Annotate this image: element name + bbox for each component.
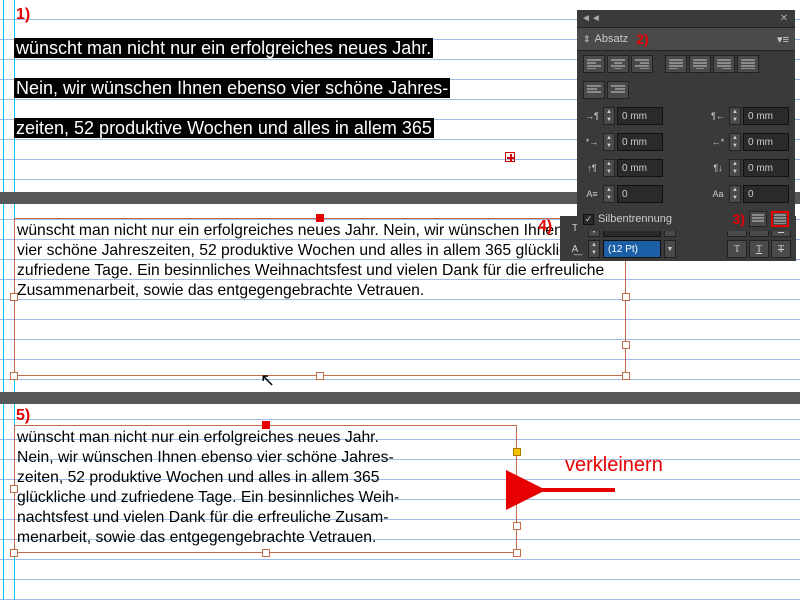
- align-right-button[interactable]: [631, 55, 653, 73]
- annotation-2: 2): [636, 31, 648, 47]
- frame-handle-br[interactable]: [622, 372, 630, 380]
- guide-vertical: [3, 0, 4, 600]
- panel-collapse-icon[interactable]: ◄◄: [581, 13, 595, 24]
- justify-right-button[interactable]: [713, 55, 735, 73]
- space-before-icon: ↑¶: [583, 161, 601, 175]
- space-before-field[interactable]: 0 mm: [617, 159, 663, 177]
- text-content[interactable]: wünscht man nicht nur ein erfolgreiches …: [17, 428, 514, 548]
- annotation-4: 4): [538, 218, 552, 236]
- dropcap-chars-icon: Aa: [709, 187, 727, 201]
- frame-handle-right[interactable]: [622, 293, 630, 301]
- frame-handle-top[interactable]: [316, 214, 324, 222]
- dropcap-chars-field[interactable]: 0: [743, 185, 789, 203]
- separator-bar: [0, 392, 800, 404]
- space-before-stepper[interactable]: ▲▼: [603, 159, 615, 177]
- annotation-shrink: verkleinern: [565, 454, 663, 477]
- last-line-stepper[interactable]: ▲▼: [729, 133, 741, 151]
- left-indent-field[interactable]: 0 mm: [617, 107, 663, 125]
- baseline-grid-button[interactable]: [771, 211, 789, 227]
- underline-button[interactable]: T: [749, 240, 769, 258]
- leading-dropdown[interactable]: ▼: [664, 240, 676, 258]
- right-indent-icon: ¶←: [709, 109, 727, 123]
- frame-handle-bottom[interactable]: [316, 372, 324, 380]
- right-indent-stepper[interactable]: ▲▼: [729, 107, 741, 125]
- frame-handle-outport[interactable]: [622, 341, 630, 349]
- justify-left-button[interactable]: [665, 55, 687, 73]
- justify-center-button[interactable]: [689, 55, 711, 73]
- first-line-field[interactable]: 0 mm: [617, 133, 663, 151]
- frame-handle-bottom[interactable]: [262, 549, 270, 557]
- dropcap-lines-stepper[interactable]: ▲▼: [603, 185, 615, 203]
- overset-indicator[interactable]: [505, 152, 515, 162]
- frame-handle-left[interactable]: [10, 293, 18, 301]
- right-indent-field[interactable]: 0 mm: [743, 107, 789, 125]
- frame-handle-bl[interactable]: [10, 372, 18, 380]
- space-after-stepper[interactable]: ▲▼: [729, 159, 741, 177]
- frame-handle-br[interactable]: [513, 549, 521, 557]
- last-line-field[interactable]: 0 mm: [743, 133, 789, 151]
- frame-handle-outport[interactable]: [513, 522, 521, 530]
- strikethrough-button[interactable]: T: [771, 240, 791, 258]
- panel-menu-icon[interactable]: ▾≡: [777, 33, 789, 46]
- panel-close-icon[interactable]: ✕: [777, 13, 791, 24]
- alignment-row: [577, 51, 795, 77]
- hyphenation-label: Silbentrennung: [598, 213, 672, 225]
- last-line-indent-icon: ←*: [709, 135, 727, 149]
- space-after-field[interactable]: 0 mm: [743, 159, 789, 177]
- subscript-button[interactable]: T: [727, 240, 747, 258]
- frame-handle-out[interactable]: [513, 448, 521, 456]
- align-towards-spine-button[interactable]: [583, 81, 605, 99]
- left-indent-stepper[interactable]: ▲▼: [603, 107, 615, 125]
- first-line-stepper[interactable]: ▲▼: [603, 133, 615, 151]
- panel-header[interactable]: ◄◄ ✕: [577, 10, 795, 28]
- first-line-indent-icon: *→: [583, 135, 601, 149]
- frame-handle-right[interactable]: [513, 485, 521, 493]
- justify-full-button[interactable]: [737, 55, 759, 73]
- annotation-3: 3): [733, 211, 745, 227]
- dropcap-chars-stepper[interactable]: ▲▼: [729, 185, 741, 203]
- space-after-icon: ¶↓: [709, 161, 727, 175]
- text-content[interactable]: wünscht man nicht nur ein erfolgreiches …: [17, 221, 623, 301]
- annotation-1: 1): [16, 6, 30, 24]
- align-left-button[interactable]: [583, 55, 605, 73]
- leading-stepper[interactable]: ▲▼: [588, 240, 600, 258]
- mouse-cursor: ↖: [260, 370, 275, 391]
- selected-line-2[interactable]: Nein, wir wünschen Ihnen ebenso vier sch…: [14, 78, 450, 99]
- alignment-row-2: [577, 77, 795, 103]
- selected-line-1[interactable]: wünscht man nicht nur ein erfolgreiches …: [14, 38, 433, 59]
- panel-title: Absatz: [595, 33, 629, 45]
- selected-line-3[interactable]: zeiten, 52 produktive Wochen und alles i…: [14, 118, 434, 139]
- leading-field[interactable]: (12 Pt): [603, 240, 661, 258]
- frame-handle-top[interactable]: [262, 421, 270, 429]
- text-frame-3[interactable]: wünscht man nicht nur ein erfolgreiches …: [14, 425, 517, 553]
- text-frame-2[interactable]: wünscht man nicht nur ein erfolgreiches …: [14, 218, 626, 376]
- align-center-button[interactable]: [607, 55, 629, 73]
- annotation-5: 5): [16, 407, 30, 425]
- dropcap-lines-field[interactable]: 0: [617, 185, 663, 203]
- align-away-spine-button[interactable]: [607, 81, 629, 99]
- leading-icon: A͟: [565, 241, 585, 257]
- panel-expand-icon[interactable]: ⇕: [583, 34, 591, 45]
- arrow-shrink: [530, 480, 620, 505]
- no-break-button[interactable]: [749, 211, 767, 227]
- paragraph-panel: ◄◄ ✕ ⇕ Absatz 2) ▾≡ →¶ ▲▼ 0 mm ¶← ▲▼: [577, 10, 795, 231]
- frame-handle-bl[interactable]: [10, 549, 18, 557]
- left-indent-icon: →¶: [583, 109, 601, 123]
- dropcap-lines-icon: A≡: [583, 187, 601, 201]
- hyphenation-checkbox[interactable]: ✓: [583, 214, 594, 225]
- frame-handle-left[interactable]: [10, 485, 18, 493]
- panel-tab[interactable]: ⇕ Absatz 2) ▾≡: [577, 28, 795, 51]
